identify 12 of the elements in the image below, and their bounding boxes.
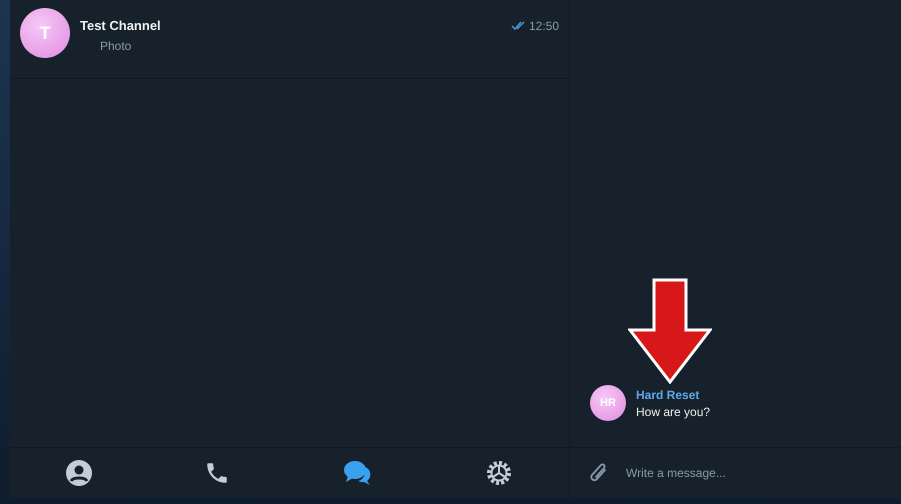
avatar: HR <box>590 385 626 421</box>
chat-bubbles-icon <box>342 459 373 487</box>
message-text: How are you? <box>636 404 710 418</box>
sender-name: Hard Reset <box>636 388 700 402</box>
profile-icon <box>66 460 92 486</box>
chat-preview: Photo <box>100 39 132 53</box>
chat-time: 12:50 <box>528 18 559 32</box>
chat-name: Test Channel <box>80 18 161 33</box>
chat-item[interactable]: T Test Channel 12:50 Photo <box>10 8 569 79</box>
settings-icon <box>484 459 513 487</box>
message-input[interactable]: Write a message... <box>624 465 883 481</box>
avatar: T <box>20 8 70 58</box>
